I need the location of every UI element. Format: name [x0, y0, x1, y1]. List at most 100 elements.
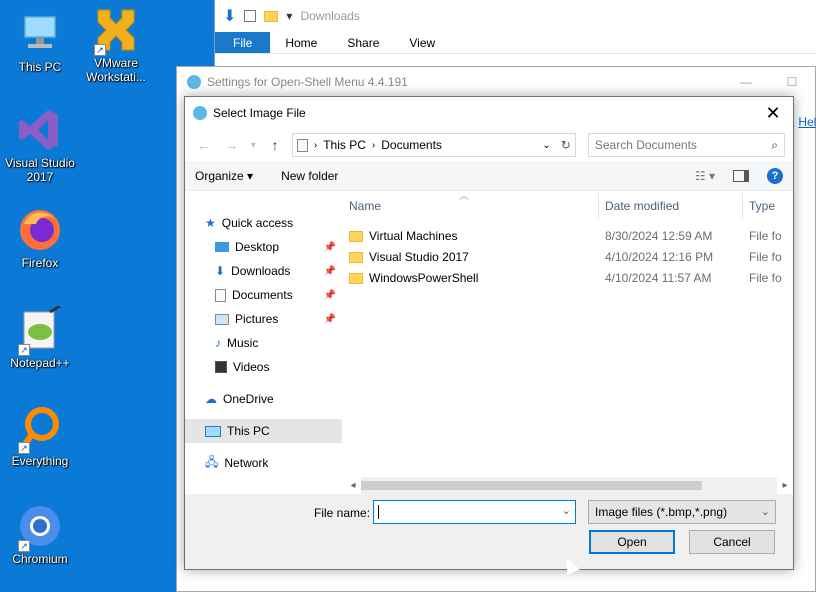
- nav-onedrive[interactable]: ☁ OneDrive: [185, 387, 342, 411]
- network-icon: 🖧: [205, 454, 219, 469]
- computer-icon: [205, 425, 221, 437]
- scroll-right-icon[interactable]: ▸: [777, 480, 793, 491]
- desktop-icon-this-pc[interactable]: This PC: [0, 10, 80, 74]
- dialog-body: ★ Quick access Desktop 📌 ⬇ Downloads 📌 D…: [185, 191, 793, 477]
- chevron-down-icon[interactable]: ▾: [248, 140, 258, 151]
- folder-icon: [349, 230, 363, 242]
- search-input[interactable]: Search Documents ⌕: [587, 133, 786, 157]
- help-link[interactable]: Help: [798, 115, 816, 129]
- forward-arrow-icon[interactable]: →: [221, 137, 243, 153]
- visual-studio-icon: [16, 106, 64, 154]
- nav-quick-access[interactable]: ★ Quick access: [185, 211, 342, 235]
- nav-label: Downloads: [231, 264, 291, 278]
- cancel-button[interactable]: Cancel: [689, 530, 775, 554]
- column-type[interactable]: Type: [743, 193, 793, 219]
- down-arrow-icon[interactable]: ⬇: [223, 6, 236, 26]
- column-name[interactable]: Name: [343, 192, 599, 219]
- dropdown-icon[interactable]: ▾: [286, 9, 292, 23]
- dialog-titlebar: Select Image File ✕: [185, 97, 793, 129]
- help-icon[interactable]: ?: [767, 167, 783, 184]
- desktop-icon-chromium[interactable]: ↗ Chromium: [0, 502, 80, 566]
- open-shell-icon: [187, 75, 201, 89]
- minimize-icon[interactable]: —: [723, 75, 769, 89]
- file-date: 8/30/2024 12:59 AM: [605, 228, 713, 243]
- music-icon: ♪: [215, 336, 221, 350]
- close-icon[interactable]: ✕: [753, 103, 793, 124]
- desktop-icon-label: VMware Workstati...: [86, 56, 146, 84]
- file-name-input[interactable]: ⌄: [373, 500, 576, 524]
- file-type-filter[interactable]: Image files (*.bmp,*.png) ⌄: [588, 500, 776, 524]
- maximize-icon[interactable]: ☐: [769, 75, 815, 89]
- file-list-header: ︿ Name Date modified Type: [343, 191, 793, 219]
- preview-pane-icon[interactable]: [733, 169, 749, 182]
- breadcrumb-this-pc[interactable]: This PC: [323, 138, 366, 152]
- address-bar[interactable]: › This PC › Documents ⌄ ↻: [291, 133, 576, 157]
- nav-downloads[interactable]: ⬇ Downloads 📌: [185, 259, 342, 283]
- file-row[interactable]: WindowsPowerShell 4/10/2024 11:57 AM Fil…: [343, 267, 793, 288]
- new-folder-button[interactable]: New folder: [281, 169, 338, 183]
- pin-icon: 📌: [323, 313, 336, 325]
- scroll-left-icon[interactable]: ◂: [345, 480, 361, 491]
- nav-label: This PC: [227, 424, 270, 438]
- filter-value: Image files (*.bmp,*.png): [595, 505, 728, 519]
- nav-documents[interactable]: Documents 📌: [185, 283, 342, 307]
- file-type: File fo: [749, 249, 782, 264]
- shortcut-arrow-icon: ↗: [18, 344, 30, 356]
- pin-icon: 📌: [323, 265, 336, 277]
- file-name: Visual Studio 2017: [369, 249, 469, 264]
- chevron-right-icon: ›: [371, 139, 376, 151]
- file-row[interactable]: Virtual Machines 8/30/2024 12:59 AM File…: [343, 225, 793, 246]
- column-date-modified[interactable]: Date modified: [599, 192, 743, 219]
- desktop-icon-everything[interactable]: ↗ Everything: [0, 404, 80, 468]
- nav-music[interactable]: ♪ Music: [185, 331, 342, 355]
- chevron-down-icon[interactable]: ⌄: [761, 505, 770, 518]
- file-row[interactable]: Visual Studio 2017 4/10/2024 12:16 PM Fi…: [343, 246, 793, 267]
- navigation-pane: ★ Quick access Desktop 📌 ⬇ Downloads 📌 D…: [185, 193, 342, 477]
- nav-pictures[interactable]: Pictures 📌: [185, 307, 342, 331]
- picture-icon: [215, 313, 229, 325]
- nav-desktop[interactable]: Desktop 📌: [185, 235, 342, 259]
- open-button[interactable]: Open: [589, 530, 675, 554]
- tab-file[interactable]: File: [215, 32, 271, 53]
- nav-this-pc[interactable]: This PC: [185, 419, 342, 443]
- checkbox-icon[interactable]: [244, 10, 257, 22]
- desktop-icon-notepadpp[interactable]: ↗ Notepad++: [0, 304, 80, 370]
- tab-view[interactable]: View: [394, 32, 450, 53]
- desktop-icon-vmware[interactable]: ↗ VMware Workstati...: [76, 6, 156, 84]
- tab-share[interactable]: Share: [332, 32, 394, 53]
- file-date: 4/10/2024 12:16 PM: [605, 249, 714, 264]
- view-options-icon[interactable]: ☷ ▾: [695, 169, 715, 183]
- nav-label: Desktop: [235, 240, 280, 254]
- document-icon: [215, 288, 226, 302]
- organize-button[interactable]: Organize ▾: [195, 169, 253, 183]
- desktop-folder-icon: [215, 242, 229, 252]
- pin-icon: 📌: [323, 289, 336, 301]
- scroll-thumb[interactable]: [361, 481, 703, 490]
- desktop-icon-label: Chromium: [12, 552, 68, 566]
- tab-home[interactable]: Home: [270, 32, 332, 53]
- desktop-icon-visual-studio[interactable]: Visual Studio 2017: [0, 106, 80, 184]
- settings-titlebar: Settings for Open-Shell Menu 4.4.191 — ☐: [177, 67, 815, 97]
- breadcrumb-documents[interactable]: Documents: [381, 138, 442, 152]
- desktop-icon-label: Firefox: [21, 256, 59, 270]
- file-type: File fo: [749, 228, 782, 243]
- desktop-icon-label: Notepad++: [10, 356, 70, 370]
- pin-icon: 📌: [323, 241, 336, 253]
- up-arrow-icon[interactable]: ↑: [264, 137, 286, 153]
- horizontal-scrollbar[interactable]: ◂ ▸: [345, 477, 793, 494]
- desktop-icon-firefox[interactable]: Firefox: [0, 206, 80, 270]
- scroll-track[interactable]: [361, 477, 777, 494]
- chevron-down-icon[interactable]: ⌄: [562, 504, 571, 517]
- address-row: ← → ▾ ↑ › This PC › Documents ⌄ ↻ Search…: [185, 129, 793, 161]
- desktop-icon-label: Visual Studio 2017: [5, 156, 75, 184]
- explorer-quick-access-bar: ⬇ ▾ Downloads: [215, 0, 816, 32]
- refresh-icon[interactable]: ↻: [557, 138, 575, 152]
- back-arrow-icon[interactable]: ←: [193, 137, 215, 153]
- explorer-path-label: Downloads: [300, 9, 360, 23]
- firefox-icon: [16, 206, 64, 254]
- nav-label: Documents: [232, 288, 293, 302]
- desktop-icon-label: This PC: [18, 60, 62, 74]
- nav-videos[interactable]: Videos: [185, 355, 342, 379]
- chevron-down-icon[interactable]: ⌄: [542, 140, 550, 151]
- nav-network[interactable]: 🖧 Network: [185, 451, 342, 475]
